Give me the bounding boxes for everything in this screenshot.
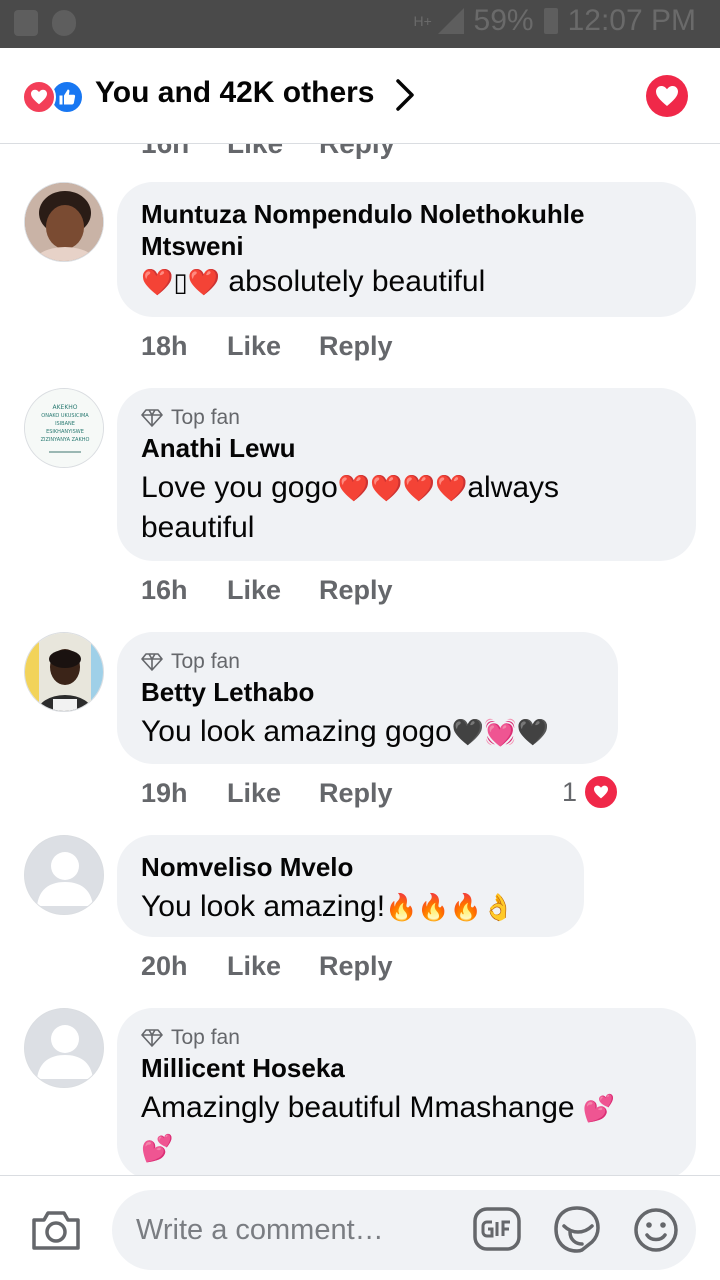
avatar[interactable] — [24, 632, 104, 712]
top-fan-badge: Top fan — [141, 648, 594, 676]
diamond-icon — [141, 1029, 163, 1047]
comment-bubble[interactable]: Nomveliso Mvelo You look amazing!🔥🔥🔥👌 — [117, 835, 584, 937]
love-reaction-icon — [22, 80, 56, 114]
avatar[interactable]: AKEKHO ONAKO UKUSICIMA ISIBANE ESIKHANYI… — [24, 388, 104, 468]
top-fan-badge: Top fan — [141, 1024, 672, 1052]
comment-emoji: 🖤💓🖤 — [451, 717, 549, 747]
commenter-name[interactable]: Millicent Hoseka — [141, 1052, 672, 1084]
comment-composer — [0, 1175, 720, 1280]
commenter-name[interactable]: Anathi Lewu — [141, 432, 672, 464]
comment-emoji: 💕 — [582, 1093, 616, 1123]
status-indicators: H+ 59% 12:07 PM — [414, 4, 696, 38]
signal-icon — [437, 8, 464, 34]
comment-text: Love you gogo❤️❤️❤️❤️always beautiful — [141, 471, 560, 544]
love-reaction-icon — [583, 774, 620, 810]
comment-time: 18h — [141, 331, 188, 361]
reaction-count[interactable]: 1 — [562, 774, 620, 810]
commenter-name[interactable]: Muntuza Nompendulo Nolethokuhle Mtsweni — [141, 198, 672, 262]
commenter-name[interactable]: Nomveliso Mvelo — [141, 851, 560, 883]
svg-text:AKEKHO: AKEKHO — [53, 404, 78, 411]
avatar[interactable] — [24, 835, 104, 915]
comments-list: 16h Like Reply Muntuza Nompendulo Noleth… — [0, 48, 720, 1180]
reply-button[interactable]: Reply — [319, 951, 393, 982]
comment-text: You look amazing gogo🖤💓🖤 — [141, 715, 549, 748]
svg-text:ONAKO UKUSICIMA: ONAKO UKUSICIMA — [41, 413, 89, 419]
comment-bubble[interactable]: Muntuza Nompendulo Nolethokuhle Mtsweni ❤… — [117, 182, 696, 317]
comment-emoji: 🔥🔥🔥👌 — [385, 892, 515, 922]
avatar[interactable] — [24, 182, 104, 262]
comments-sheet: You and 42K others 16h Like Reply Muntuz… — [0, 48, 720, 1280]
battery-level: 59% — [473, 4, 534, 37]
like-button[interactable]: Like — [227, 951, 319, 982]
reactions-header[interactable]: You and 42K others — [0, 48, 720, 144]
svg-text:ISIBANE: ISIBANE — [55, 421, 75, 427]
notification-icons — [14, 10, 76, 36]
comment-actions: 18h Like Reply — [141, 331, 393, 362]
clock: 12:07 PM — [567, 4, 696, 37]
comment-input[interactable] — [136, 1190, 456, 1270]
status-bar: H+ 59% 12:07 PM — [0, 0, 720, 48]
comment-text: Amazingly beautiful Mmashange 💕 💕 — [141, 1091, 616, 1163]
diamond-icon — [141, 653, 163, 671]
comment-box — [112, 1190, 696, 1270]
love-reaction-button[interactable] — [646, 75, 688, 117]
svg-text:ZIZINYANYA ZAKHO: ZIZINYANYA ZAKHO — [41, 437, 90, 443]
comment-actions: 16h Like Reply — [141, 575, 393, 606]
comment-bubble[interactable]: Top fan Millicent Hoseka Amazingly beaut… — [117, 1008, 696, 1180]
camera-icon[interactable] — [30, 1208, 82, 1252]
svg-text:ESIKHANYISWE: ESIKHANYISWE — [46, 429, 84, 435]
comment-bubble[interactable]: Top fan Betty Lethabo You look amazing g… — [117, 632, 618, 764]
comment-bubble[interactable]: Top fan Anathi Lewu Love you gogo❤️❤️❤️❤… — [117, 388, 696, 561]
comment-emoji: 💕 — [141, 1133, 174, 1163]
battery-icon — [543, 8, 558, 34]
reply-button[interactable]: Reply — [319, 331, 393, 362]
comment-actions: 19h Like Reply — [141, 778, 393, 809]
reactions-summary[interactable]: You and 42K others — [95, 76, 375, 110]
comment-actions: 20h Like Reply — [141, 951, 393, 982]
like-button[interactable]: Like — [227, 575, 319, 606]
diamond-icon — [141, 409, 163, 427]
comment-emoji: ❤️❤️❤️❤️ — [337, 473, 468, 503]
chevron-right-icon[interactable] — [394, 78, 416, 112]
network-type: H+ — [413, 13, 432, 29]
snapchat-notification-icon — [52, 10, 76, 36]
commenter-name[interactable]: Betty Lethabo — [141, 676, 594, 708]
comment-time: 19h — [141, 778, 188, 808]
emoji-icon[interactable] — [632, 1206, 680, 1254]
reaction-icons — [22, 80, 86, 114]
comment-text: You look amazing!🔥🔥🔥👌 — [141, 890, 515, 923]
like-button[interactable]: Like — [227, 778, 319, 809]
comment-time: 20h — [141, 951, 188, 981]
gallery-notification-icon — [14, 10, 38, 36]
reply-button[interactable]: Reply — [319, 575, 393, 606]
avatar[interactable] — [24, 1008, 104, 1088]
sticker-icon[interactable] — [552, 1204, 602, 1254]
comment-text: ❤️▯❤️ absolutely beautiful — [141, 265, 486, 298]
gif-icon[interactable] — [472, 1206, 522, 1252]
like-button[interactable]: Like — [227, 331, 319, 362]
reply-button[interactable]: Reply — [319, 778, 393, 809]
top-fan-badge: Top fan — [141, 404, 672, 432]
comment-time: 16h — [141, 575, 188, 605]
comment-emoji: ❤️▯❤️ — [141, 267, 221, 297]
